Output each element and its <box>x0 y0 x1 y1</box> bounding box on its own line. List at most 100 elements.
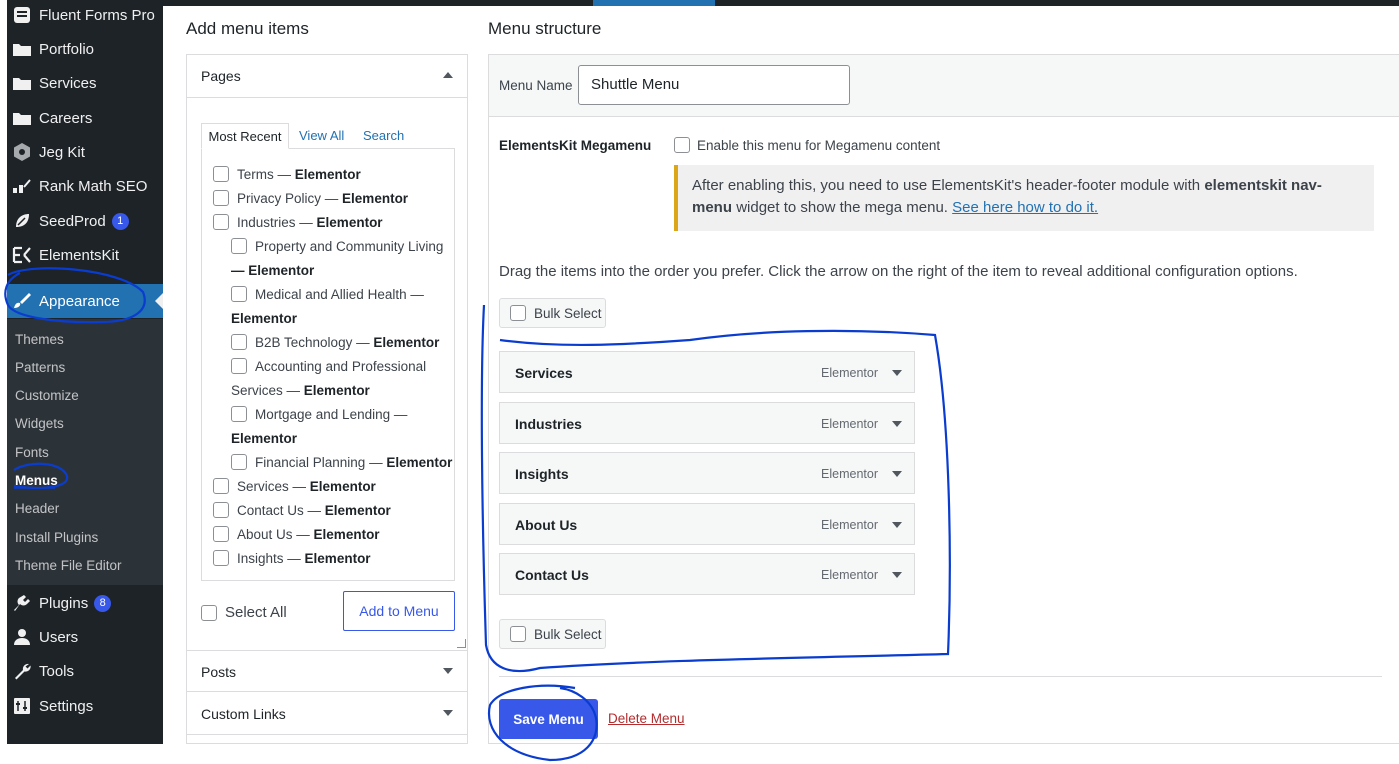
page-checkbox[interactable] <box>213 502 229 518</box>
menu-item[interactable]: Industries Elementor <box>499 402 915 444</box>
menu-item[interactable]: About Us Elementor <box>499 503 915 545</box>
tab-most-recent[interactable]: Most Recent <box>201 123 289 149</box>
sidebar-item-users[interactable]: Users <box>7 620 163 654</box>
expand-arrow-icon[interactable] <box>892 370 902 376</box>
page-label-continued: — Elementor <box>231 263 315 278</box>
sidebar-item-label: Rank Math SEO <box>39 177 148 195</box>
menu-item-type: Elementor <box>821 417 878 431</box>
sidebar-item-label: Settings <box>39 697 94 715</box>
page-checkbox[interactable] <box>231 406 247 422</box>
menu-item-type: Elementor <box>821 568 878 582</box>
menu-structure-heading: Menu structure <box>488 19 602 38</box>
submenu-patterns[interactable]: Patterns <box>15 360 65 375</box>
add-to-menu-button[interactable]: Add to Menu <box>343 591 455 631</box>
bulk-select-bottom[interactable]: Bulk Select <box>499 619 606 649</box>
page-label: About Us — Elementor <box>237 527 380 542</box>
submenu-widgets[interactable]: Widgets <box>15 416 64 431</box>
page-checkbox[interactable] <box>231 358 247 374</box>
page-checkbox[interactable] <box>213 550 229 566</box>
page-label: Contact Us — Elementor <box>237 503 391 518</box>
page-checkbox[interactable] <box>213 190 229 206</box>
posts-section-header[interactable]: Posts <box>187 650 467 692</box>
pages-checklist: Terms — Elementor Privacy Policy — Eleme… <box>201 148 455 581</box>
sidebar-item-plugins[interactable]: Plugins 8 <box>7 586 163 620</box>
sidebar-item-elementskit[interactable]: ElementsKit <box>7 238 163 272</box>
tab-view-all[interactable]: View All <box>299 123 344 149</box>
expand-arrow-icon[interactable] <box>892 421 902 427</box>
save-menu-button[interactable]: Save Menu <box>499 699 598 739</box>
sidebar-item-label: Plugins <box>39 594 89 612</box>
page-label: Industries — Elementor <box>237 215 383 230</box>
paintbrush-icon <box>11 291 33 311</box>
menu-item[interactable]: Services Elementor <box>499 351 915 393</box>
page-checkbox[interactable] <box>213 526 229 542</box>
tab-search[interactable]: Search <box>363 123 404 149</box>
sidebar-item-label: ElementsKit <box>39 246 120 264</box>
submenu-header[interactable]: Header <box>15 501 59 516</box>
megamenu-label: ElementsKit Megamenu <box>499 138 652 153</box>
settings-icon <box>11 696 33 716</box>
folder-icon <box>11 39 33 59</box>
megamenu-checkbox-label: Enable this menu for Megamenu content <box>697 138 941 153</box>
sidebar-item-rank-math[interactable]: Rank Math SEO <box>7 169 163 203</box>
megamenu-checkbox[interactable] <box>674 137 690 153</box>
sidebar-item-settings[interactable]: Settings <box>7 689 163 723</box>
folder-icon <box>11 108 33 128</box>
custom-links-section-header[interactable]: Custom Links <box>187 693 467 735</box>
submenu-theme-file-editor[interactable]: Theme File Editor <box>15 558 122 573</box>
menu-name-input[interactable]: Shuttle Menu <box>578 65 850 105</box>
bulk-select-top[interactable]: Bulk Select <box>499 298 606 328</box>
bulk-select-checkbox[interactable] <box>510 305 526 321</box>
resize-handle-icon[interactable] <box>457 639 466 648</box>
add-menu-items-accordion: Pages Most Recent View All Search Terms … <box>186 54 468 744</box>
submenu-menus[interactable]: Menus <box>15 473 58 488</box>
collapse-arrow-icon <box>443 72 453 78</box>
page-label: Mortgage and Lending — <box>255 407 408 422</box>
page-checkbox[interactable] <box>213 478 229 494</box>
page-label: Insights — Elementor <box>237 551 371 566</box>
pages-section-title: Pages <box>201 68 241 84</box>
sidebar-item-label: Tools <box>39 662 75 680</box>
menu-item-type: Elementor <box>821 518 878 532</box>
pages-section-header[interactable]: Pages <box>187 55 467 98</box>
delete-menu-link[interactable]: Delete Menu <box>608 711 685 726</box>
select-all-checkbox[interactable] <box>201 604 217 621</box>
sidebar-item-services[interactable]: Services <box>7 66 163 100</box>
menu-name-label: Menu Name <box>499 78 573 93</box>
sidebar-item-jeg-kit[interactable]: Jeg Kit <box>7 135 163 169</box>
page-checkbox[interactable] <box>213 214 229 230</box>
page-checkbox[interactable] <box>231 238 247 254</box>
page-checkbox[interactable] <box>231 454 247 470</box>
sidebar-item-tools[interactable]: Tools <box>7 654 163 688</box>
sidebar-item-portfolio[interactable]: Portfolio <box>7 32 163 66</box>
page-label-continued: Elementor <box>231 311 298 326</box>
submenu-themes[interactable]: Themes <box>15 332 64 347</box>
expand-arrow-icon[interactable] <box>892 572 902 578</box>
menu-item[interactable]: Contact Us Elementor <box>499 553 915 595</box>
pages-tabs: Most Recent View All Search <box>201 123 455 149</box>
expand-arrow-icon[interactable] <box>892 471 902 477</box>
page-checkbox[interactable] <box>231 334 247 350</box>
submenu-install-plugins[interactable]: Install Plugins <box>15 530 98 545</box>
drag-instructions: Drag the items into the order you prefer… <box>499 263 1298 280</box>
menu-item[interactable]: Insights Elementor <box>499 452 915 494</box>
sidebar-item-fluent-forms[interactable]: Fluent Forms Pro <box>7 0 163 32</box>
sidebar-item-seedprod[interactable]: SeedProd 1 <box>7 204 163 238</box>
sidebar-item-careers[interactable]: Careers <box>7 101 163 135</box>
ek-icon <box>11 245 33 265</box>
expand-arrow-icon[interactable] <box>892 522 902 528</box>
page-label: Accounting and Professional <box>255 359 427 374</box>
footer-divider <box>499 676 1382 677</box>
page-label-continued: Elementor <box>231 431 298 446</box>
page-label: Financial Planning — Elementor <box>255 455 453 470</box>
page-checkbox[interactable] <box>213 166 229 182</box>
submenu-customize[interactable]: Customize <box>15 388 79 403</box>
sidebar-item-appearance[interactable]: Appearance <box>7 284 163 318</box>
page-checkbox[interactable] <box>231 286 247 302</box>
notice-help-link[interactable]: See here how to do it. <box>952 199 1098 216</box>
select-all[interactable]: Select All <box>201 604 287 621</box>
appearance-submenu: Themes Patterns Customize Widgets Fonts … <box>7 319 163 585</box>
submenu-fonts[interactable]: Fonts <box>15 445 49 460</box>
folder-icon <box>11 73 33 93</box>
bulk-select-checkbox[interactable] <box>510 626 526 642</box>
